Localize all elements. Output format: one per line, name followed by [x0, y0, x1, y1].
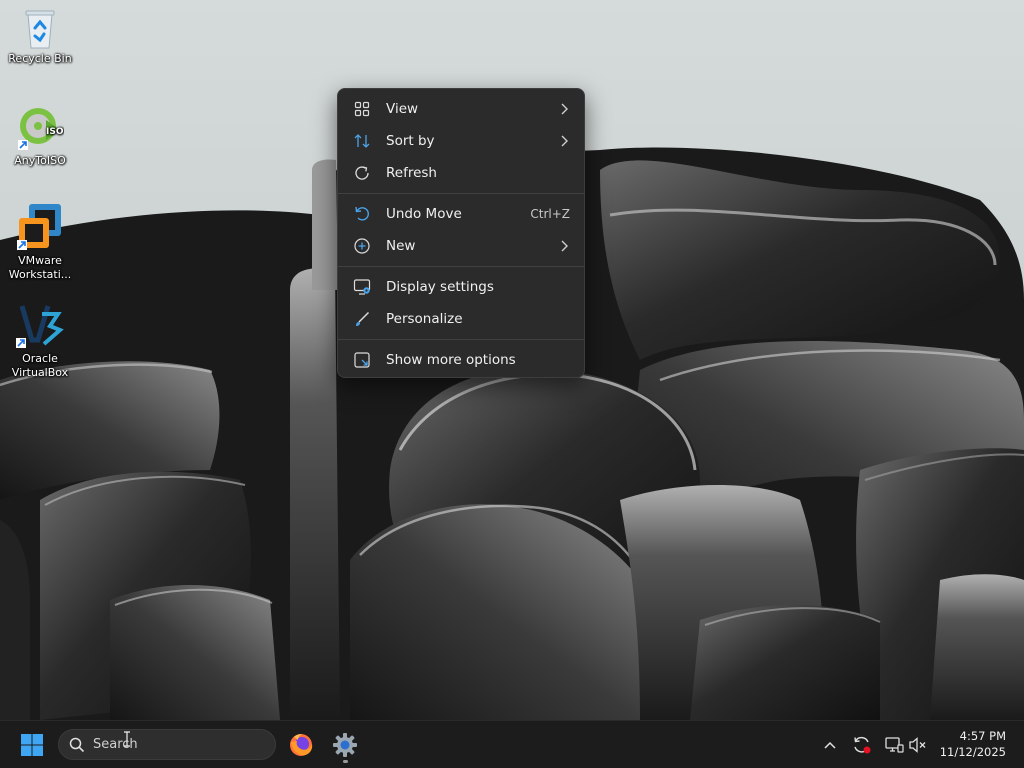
menu-item-label: Personalize	[386, 311, 463, 327]
search-icon	[69, 737, 85, 753]
taskbar-clock[interactable]: 4:57 PM 11/12/2025	[940, 728, 1006, 760]
menu-item-new[interactable]: New	[342, 230, 580, 262]
menu-item-display-settings[interactable]: Display settings	[342, 271, 580, 303]
clock-time: 4:57 PM	[959, 729, 1006, 743]
refresh-icon	[352, 163, 372, 183]
desktop-icon-anytoiso[interactable]: ISO AnyToISO	[4, 104, 76, 168]
recycle-bin-icon	[25, 10, 55, 49]
desktop-context-menu: View Sort by Refresh Undo Move Ctrl+Z Ne…	[337, 88, 585, 378]
menu-item-label: Sort by	[386, 133, 435, 149]
menu-item-label: Undo Move	[386, 206, 462, 222]
undo-icon	[352, 204, 372, 224]
menu-item-sort-by[interactable]: Sort by	[342, 125, 580, 157]
volume-muted-icon	[909, 737, 926, 753]
taskbar-app-firefox[interactable]	[284, 729, 318, 761]
desktop-icon-recycle-bin[interactable]: Recycle Bin	[4, 6, 76, 66]
chevron-right-icon	[560, 240, 568, 252]
menu-item-show-more-options[interactable]: Show more options	[342, 344, 580, 376]
settings-gear-icon	[333, 733, 357, 757]
personalize-brush-icon	[352, 309, 372, 329]
desktop-icon-vmware[interactable]: VMware Workstati...	[4, 202, 76, 282]
tray-network[interactable]	[882, 733, 906, 757]
desktop-icon-virtualbox[interactable]: Oracle VirtualBox	[4, 300, 76, 380]
grid-view-icon	[352, 99, 372, 119]
vmware-icon	[17, 204, 61, 250]
menu-item-undo-move[interactable]: Undo Move Ctrl+Z	[342, 198, 580, 230]
menu-item-label: View	[386, 101, 419, 117]
svg-text:ISO: ISO	[46, 127, 64, 137]
chevron-right-icon	[560, 135, 568, 147]
menu-item-view[interactable]: View	[342, 93, 580, 125]
chevron-right-icon	[560, 103, 568, 115]
sync-alert-icon	[854, 736, 871, 754]
menu-item-personalize[interactable]: Personalize	[342, 303, 580, 335]
menu-item-refresh[interactable]: Refresh	[342, 157, 580, 189]
text-cursor-icon	[124, 731, 130, 747]
virtualbox-icon	[16, 302, 64, 348]
taskbar-search-box[interactable]: Search	[58, 729, 276, 760]
desktop-icon-label: Oracle VirtualBox	[11, 352, 69, 379]
desktop-icon-label: Recycle Bin	[8, 52, 72, 65]
tray-overflow-button[interactable]	[818, 733, 842, 757]
sort-icon	[352, 131, 372, 151]
windows-logo-icon	[21, 734, 43, 756]
taskbar-app-settings[interactable]	[328, 729, 362, 763]
network-icon	[885, 737, 904, 753]
menu-separator	[338, 193, 584, 194]
new-plus-icon	[352, 236, 372, 256]
show-more-options-icon	[352, 350, 372, 370]
desktop-icon-label: AnyToISO	[14, 154, 66, 167]
start-button[interactable]	[14, 731, 50, 759]
desktop-icon-label: VMware Workstati...	[8, 254, 72, 281]
tray-sync-status[interactable]	[850, 733, 874, 757]
tray-volume[interactable]	[906, 733, 930, 757]
firefox-icon	[290, 734, 313, 756]
menu-separator	[338, 339, 584, 340]
desktop[interactable]: Recycle Bin ISO AnyToISO VMware Workstat…	[0, 0, 1024, 768]
display-settings-icon	[352, 277, 372, 297]
anytoiso-icon: ISO	[18, 108, 64, 150]
clock-date: 11/12/2025	[939, 745, 1006, 759]
taskbar: Search 4:57 PM 11/12/2025	[0, 720, 1024, 768]
menu-separator	[338, 266, 584, 267]
chevron-up-icon	[824, 741, 836, 749]
running-indicator	[343, 760, 348, 763]
menu-item-label: Refresh	[386, 165, 437, 181]
menu-item-label: Show more options	[386, 352, 516, 368]
menu-item-shortcut: Ctrl+Z	[530, 207, 570, 221]
menu-item-label: Display settings	[386, 279, 494, 295]
menu-item-label: New	[386, 238, 416, 254]
